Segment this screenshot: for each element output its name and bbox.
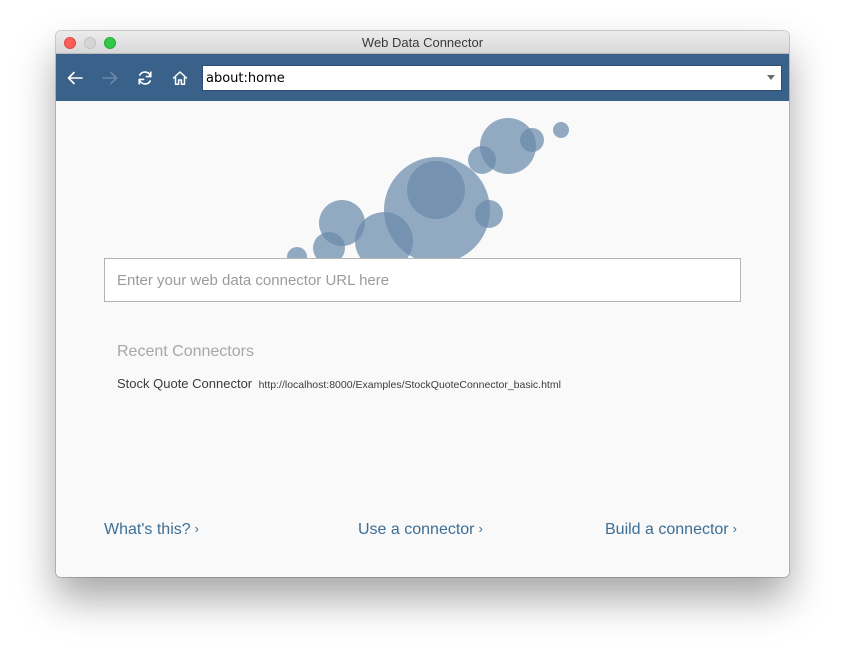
home-page: Recent Connectors Stock Quote Connector … <box>56 101 789 577</box>
build-connector-link[interactable]: Build a connector › <box>605 521 737 539</box>
build-connector-label: Build a connector <box>605 521 729 538</box>
bubble <box>520 128 544 152</box>
bubble <box>407 161 465 219</box>
bubbles-illustration <box>287 118 569 260</box>
title-bar[interactable]: Web Data Connector <box>56 31 789 54</box>
home-button[interactable] <box>169 67 191 89</box>
arrow-left-icon <box>67 71 83 85</box>
app-window: Web Data Connector about:home Enter your… <box>56 31 789 577</box>
url-input[interactable] <box>206 68 746 88</box>
window-title: Web Data Connector <box>361 35 484 50</box>
home-icon <box>172 71 188 85</box>
reload-icon <box>138 71 152 85</box>
connector-url-field[interactable] <box>104 258 741 302</box>
recent-connector-name[interactable]: Stock Quote Connector <box>117 376 252 391</box>
whats-this-link[interactable]: What's this? › <box>104 521 199 539</box>
reload-button[interactable] <box>134 67 156 89</box>
arrow-right-icon <box>102 71 118 85</box>
back-button[interactable] <box>64 67 86 89</box>
bubble <box>475 200 503 228</box>
whats-this-label: What's this? <box>104 521 191 538</box>
url-bar[interactable] <box>202 65 782 91</box>
connector-url-input[interactable] <box>117 270 717 290</box>
recent-connector-item[interactable]: Stock Quote Connector http://localhost:8… <box>117 375 561 393</box>
chevron-right-icon: › <box>732 521 737 536</box>
forward-button[interactable] <box>99 67 121 89</box>
chevron-right-icon: › <box>478 521 483 536</box>
browser-toolbar <box>56 54 789 101</box>
recent-connector-url[interactable]: http://localhost:8000/Examples/StockQuot… <box>259 379 561 391</box>
recent-connectors-heading: Recent Connectors <box>117 343 254 360</box>
chevron-right-icon: › <box>194 521 199 536</box>
url-dropdown-icon[interactable] <box>767 75 775 80</box>
use-connector-label: Use a connector <box>358 521 475 538</box>
use-connector-link[interactable]: Use a connector › <box>358 521 483 539</box>
bubble <box>553 122 569 138</box>
